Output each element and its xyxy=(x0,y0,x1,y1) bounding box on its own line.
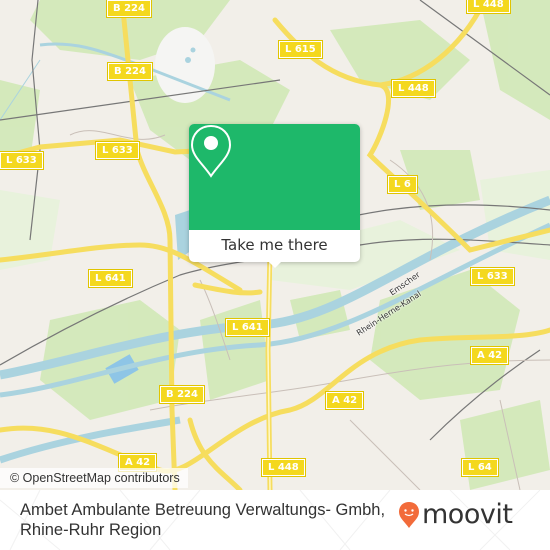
road-label: B 224 xyxy=(107,62,153,81)
take-me-there-button[interactable]: Take me there xyxy=(189,230,360,262)
place-title: Ambet Ambulante Betreuung Verwaltungs- G… xyxy=(20,501,386,539)
location-popup: Take me there xyxy=(189,124,360,268)
road-label: A 42 xyxy=(324,391,365,410)
road-label: L 641 xyxy=(88,269,133,288)
location-pin-icon xyxy=(190,124,232,178)
road-label: L 64 xyxy=(461,458,499,477)
popup-pointer xyxy=(269,262,281,268)
road-label: L 6 xyxy=(387,175,418,194)
road-label: B 224 xyxy=(106,0,152,18)
road-label: A 42 xyxy=(469,346,510,365)
road-label: L 633 xyxy=(95,141,140,160)
road-label: L 448 xyxy=(466,0,511,14)
moovit-logo[interactable]: moovit xyxy=(398,499,513,530)
popup-header xyxy=(189,124,360,230)
moovit-pin-icon xyxy=(399,502,419,528)
map-attribution[interactable]: © OpenStreetMap contributors xyxy=(0,468,188,488)
road-label: B 224 xyxy=(159,385,205,404)
footer: Ambet Ambulante Betreuung Verwaltungs- G… xyxy=(0,490,550,550)
road-label: L 448 xyxy=(261,458,306,477)
road-label: L 633 xyxy=(470,267,515,286)
road-label: L 448 xyxy=(391,79,436,98)
map[interactable]: B 224 B 224 L 615 L 448 L 448 L 633 L 63… xyxy=(0,0,550,490)
road-label: L 615 xyxy=(278,40,323,59)
road-label: L 641 xyxy=(225,318,270,337)
logo-text: moovit xyxy=(422,499,513,530)
road-label: L 633 xyxy=(0,151,44,170)
